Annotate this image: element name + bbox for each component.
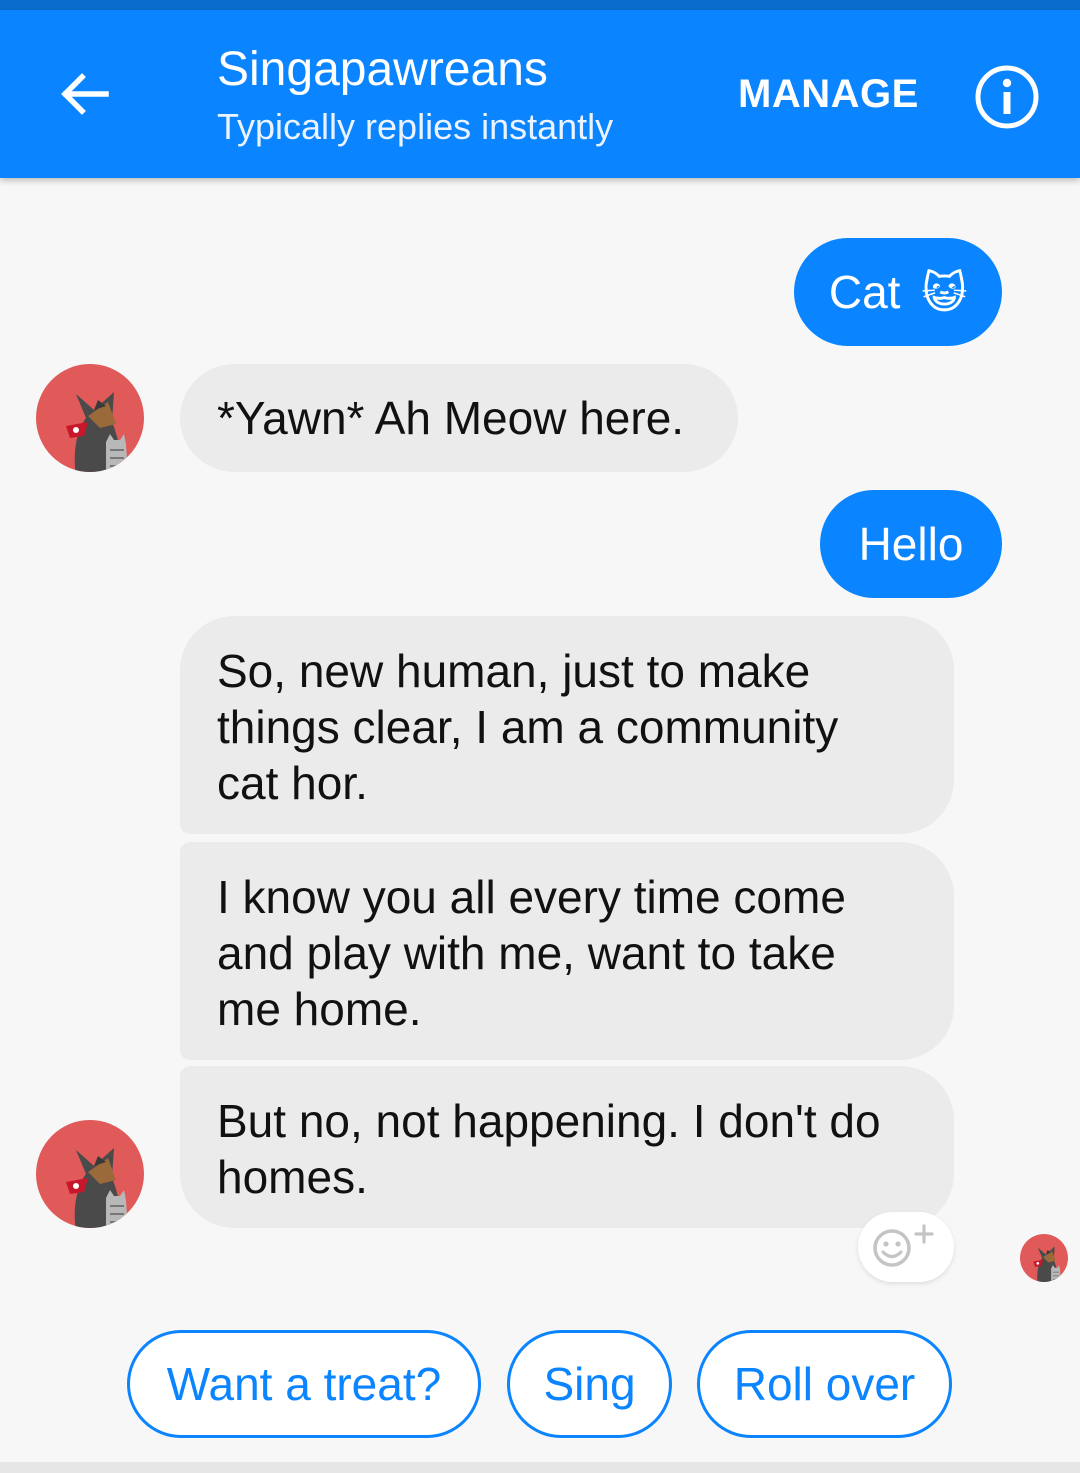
info-button[interactable] bbox=[972, 62, 1042, 132]
info-icon bbox=[975, 65, 1039, 129]
arrow-back-icon bbox=[61, 73, 109, 115]
response-time-subtitle: Typically replies instantly bbox=[217, 106, 614, 147]
incoming-message[interactable]: But no, not happening. I don't do homes. bbox=[180, 1066, 954, 1228]
message-line: homes. bbox=[217, 1151, 368, 1203]
cat-emoji: 😺 bbox=[921, 269, 968, 318]
quick-reply-sing[interactable]: Sing bbox=[507, 1330, 672, 1438]
back-button[interactable] bbox=[44, 54, 124, 134]
quick-reply-label: Sing bbox=[543, 1358, 636, 1410]
message-line: So, new human, just to make bbox=[217, 645, 811, 697]
seen-indicator-avatar bbox=[1020, 1234, 1068, 1282]
outgoing-message[interactable]: Hello bbox=[820, 490, 1002, 598]
message-text: Hello bbox=[858, 518, 964, 570]
quick-reply-want-a-treat[interactable]: Want a treat? bbox=[127, 1330, 481, 1438]
incoming-message[interactable]: So, new human, just to make things clear… bbox=[180, 616, 954, 834]
message-text: *Yawn* Ah Meow here. bbox=[217, 392, 685, 444]
add-reaction-icon bbox=[873, 1224, 934, 1267]
add-reaction-button[interactable] bbox=[858, 1212, 954, 1282]
incoming-message[interactable]: *Yawn* Ah Meow here. bbox=[180, 364, 738, 472]
status-bar-strip bbox=[0, 0, 1080, 10]
incoming-message[interactable]: I know you all every time come and play … bbox=[180, 842, 954, 1060]
message-line: But no, not happening. I don't do bbox=[217, 1095, 881, 1147]
page-title[interactable]: Singapawreans bbox=[217, 40, 548, 100]
message-line: and play with me, want to take bbox=[217, 927, 836, 979]
bot-avatar[interactable] bbox=[36, 364, 144, 472]
quick-reply-label: Want a treat? bbox=[166, 1358, 442, 1410]
quick-reply-roll-over[interactable]: Roll over bbox=[697, 1330, 952, 1438]
message-line: me home. bbox=[217, 983, 422, 1035]
message-line: I know you all every time come bbox=[217, 871, 846, 923]
bot-avatar[interactable] bbox=[36, 1120, 144, 1228]
conversation-header: Singapawreans Typically replies instantl… bbox=[0, 10, 1080, 178]
composer-divider bbox=[0, 1462, 1080, 1473]
message-line: cat hor. bbox=[217, 757, 368, 809]
outgoing-message[interactable]: Cat 😺 bbox=[794, 238, 1002, 346]
quick-reply-label: Roll over bbox=[733, 1358, 916, 1410]
message-text: Cat bbox=[828, 266, 901, 318]
message-line: things clear, I am a community bbox=[217, 701, 839, 753]
manage-button[interactable]: MANAGE bbox=[730, 64, 927, 124]
